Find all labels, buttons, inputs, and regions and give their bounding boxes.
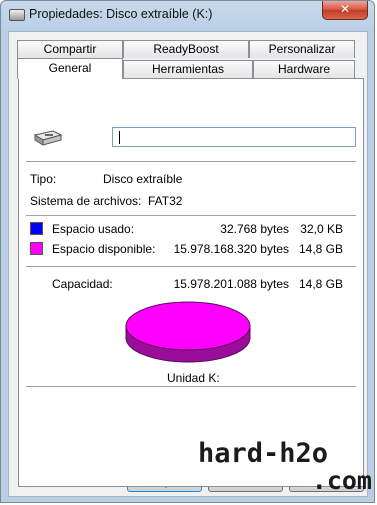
watermark-text: hard-h2o [198, 438, 329, 469]
pie-free-slice [125, 301, 251, 351]
free-space-swatch [30, 242, 43, 255]
tab-hardware[interactable]: Hardware [253, 60, 355, 78]
tab-personalizar[interactable]: Personalizar [249, 40, 355, 58]
separator [26, 161, 356, 163]
title-bar[interactable]: Propiedades: Disco extraíble (K:) ✕ [1, 1, 374, 29]
used-space-size: 32,0 KB [300, 222, 343, 236]
tab-herramientas[interactable]: Herramientas [123, 60, 253, 78]
window-title: Propiedades: Disco extraíble (K:) [29, 7, 213, 21]
watermark-domain: .com [311, 466, 372, 495]
watermark-logo: hard-h2o .com [198, 440, 374, 494]
capacity-bytes: 15.978.201.088 bytes [173, 277, 289, 291]
used-space-bytes: 32.768 bytes [220, 222, 289, 236]
dialog-client-area: Compartir ReadyBoost Personalizar Genera… [8, 31, 368, 497]
tab-compartir[interactable]: Compartir [17, 40, 123, 58]
free-space-bytes: 15.978.168.320 bytes [173, 242, 289, 256]
general-tab-panel: Tipo: Disco extraíble Sistema de archivo… [18, 78, 364, 487]
free-space-size: 14,8 GB [298, 242, 343, 256]
used-space-swatch [30, 222, 43, 235]
used-space-label: Espacio usado: [52, 222, 135, 236]
separator [26, 386, 356, 388]
usb-drive-icon [33, 130, 63, 146]
filesystem-value: FAT32 [148, 194, 183, 208]
type-value: Disco extraíble [103, 172, 183, 186]
filesystem-label: Sistema de archivos: [30, 194, 142, 208]
separator [26, 266, 356, 268]
text-cursor [119, 131, 120, 144]
separator [26, 215, 356, 217]
properties-window: Propiedades: Disco extraíble (K:) ✕ Comp… [0, 0, 375, 503]
tab-readyboost[interactable]: ReadyBoost [123, 40, 249, 58]
drive-name-input[interactable] [112, 127, 356, 147]
capacity-size: 14,8 GB [298, 277, 343, 291]
type-label: Tipo: [30, 172, 57, 186]
disk-usage-pie-chart [125, 301, 251, 363]
tab-general[interactable]: General [17, 58, 123, 79]
drive-icon [9, 9, 25, 21]
drive-letter-label: Unidad K: [167, 371, 220, 385]
close-button[interactable]: ✕ [322, 1, 368, 20]
capacity-label: Capacidad: [52, 277, 113, 291]
